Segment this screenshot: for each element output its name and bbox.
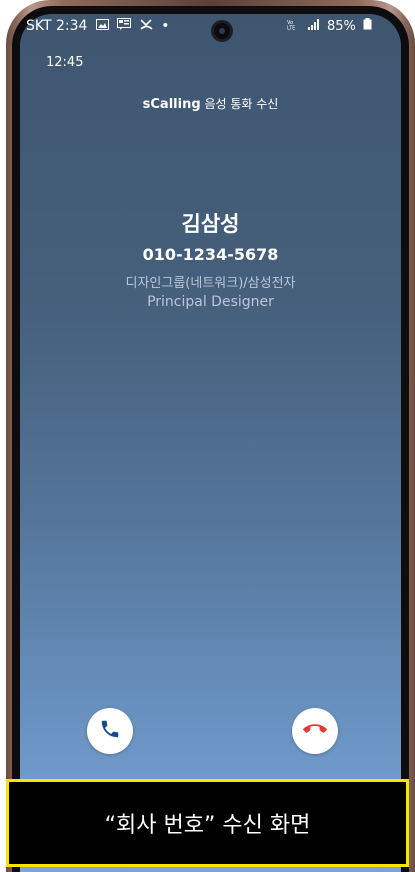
missed-call-icon	[140, 18, 157, 34]
battery-icon	[363, 18, 372, 34]
accept-call-button[interactable]	[87, 708, 133, 754]
message-notification-icon	[117, 18, 135, 34]
phone-accept-icon	[99, 718, 121, 744]
carrier-time: SKT 2:34	[26, 18, 88, 34]
volte-icon: Vo LTE	[287, 19, 305, 34]
caption-box: “회사 번호” 수신 화면	[6, 779, 409, 867]
app-subtitle: 음성 통화 수신	[204, 97, 279, 111]
signal-icon	[307, 19, 324, 34]
decline-call-button[interactable]	[292, 708, 338, 754]
caller-job-title: Principal Designer	[147, 294, 274, 310]
caption-text: “회사 번호” 수신 화면	[104, 813, 311, 838]
phone-decline-icon	[303, 717, 327, 745]
image-notification-icon	[95, 18, 113, 34]
app-title: sCalling 음성 통화 수신	[20, 95, 401, 112]
incoming-call-screen	[20, 14, 401, 872]
status-bar: SKT 2:34 • Vo LTE 85%	[26, 16, 372, 38]
caller-organization: 디자인그룹(네트워크)/삼성전자	[125, 276, 296, 291]
status-right: Vo LTE 85%	[284, 18, 372, 34]
caller-number: 010-1234-5678	[142, 245, 279, 264]
dot-icon: •	[161, 18, 170, 34]
app-brand: sCalling	[142, 97, 201, 112]
phone-frame: SKT 2:34 • Vo LTE 85% 12:45 sCalling 음성 …	[0, 0, 415, 872]
screen-clock: 12:45	[46, 55, 84, 70]
status-left: SKT 2:34 •	[26, 18, 174, 34]
battery-percent: 85%	[326, 19, 356, 34]
caller-name: 김삼성	[181, 212, 240, 236]
svg-text:LTE: LTE	[287, 26, 295, 31]
